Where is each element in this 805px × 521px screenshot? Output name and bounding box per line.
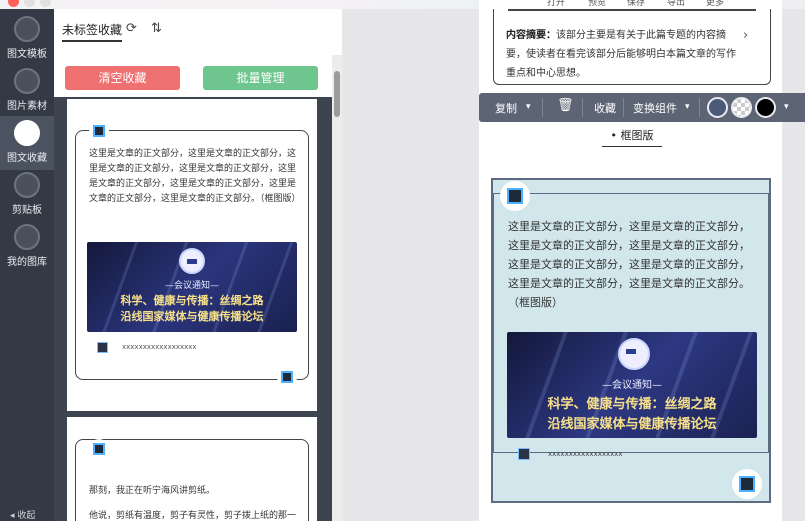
block-body-text[interactable]: 这里是文章的正文部分，这里是文章的正文部分，这里是文章的正文部分，这里是文章的正… xyxy=(508,217,758,312)
sort-icon[interactable]: ⇅ xyxy=(151,21,162,36)
mini-logo-icon xyxy=(97,342,108,353)
toolbar-divider xyxy=(542,98,543,117)
color-swatch-black[interactable] xyxy=(755,97,776,118)
placeholder-line: xxxxxxxxxxxxxxxxxx xyxy=(122,343,197,351)
scrollbar-track[interactable] xyxy=(332,55,342,521)
component-toolbar: 复制 ▾ 🗑 收藏 变换组件 ▾ ▾ xyxy=(479,93,805,122)
toolbar-divider xyxy=(582,98,583,117)
card-body-text: 这里是文章的正文部分，这里是文章的正文部分，这里是文章的正文部分，这里是文章的正… xyxy=(89,149,301,204)
rail-item-label: 剪贴板 xyxy=(12,205,42,216)
left-rail: 图文模板 图片素材 图文收藏 剪贴板 我的图库 xyxy=(0,9,54,521)
clipboard-icon xyxy=(14,172,40,198)
banner-subtitle: —会议通知— xyxy=(602,380,662,391)
rail-item-clipboard[interactable]: 剪贴板 xyxy=(0,168,54,222)
menu-open[interactable]: 打开 xyxy=(547,0,565,8)
block-frame-edge xyxy=(493,194,494,452)
menu-save[interactable]: 保存 xyxy=(627,0,645,8)
scrollbar-thumb[interactable] xyxy=(334,71,340,117)
block-frame-edge xyxy=(768,194,769,452)
batch-manage-button[interactable]: 批量管理 xyxy=(203,66,318,90)
logo-badge-icon xyxy=(732,469,762,499)
collapse-rail-button[interactable]: ◂ 收起 xyxy=(10,508,35,521)
banner-subtitle: —会议通知— xyxy=(164,281,219,291)
block-top-strip xyxy=(493,180,769,194)
logo-badge-icon xyxy=(89,439,109,459)
emblem-icon xyxy=(179,248,205,274)
banner-title-line1: 科学、健康与传播：丝绸之路 xyxy=(120,294,264,307)
bullet-icon: • xyxy=(610,129,621,142)
tab-untagged-favorites[interactable]: 未标签收藏 xyxy=(62,21,123,42)
rail-item-label: 图文模板 xyxy=(7,49,47,60)
card-line: 他说，剪纸有温度，剪子有灵性，剪子拨上纸的那一 xyxy=(89,511,297,521)
selected-framed-block[interactable]: 这里是文章的正文部分，这里是文章的正文部分，这里是文章的正文部分，这里是文章的正… xyxy=(491,178,771,503)
rail-item-gallery[interactable]: 我的图库 xyxy=(0,220,54,274)
menu-preview[interactable]: 预览 xyxy=(588,0,606,8)
caption-label: • 框图版 xyxy=(602,127,662,147)
refresh-icon[interactable]: ⟳ xyxy=(126,21,137,36)
transform-component-button[interactable]: 变换组件 xyxy=(633,100,677,116)
rail-item-template[interactable]: 图文模板 xyxy=(0,12,54,66)
gallery-icon xyxy=(14,224,40,250)
toolbar-divider xyxy=(623,98,624,117)
chevron-right-icon[interactable]: › xyxy=(743,28,748,43)
copy-button[interactable]: 复制 xyxy=(495,100,517,116)
mini-logo-icon xyxy=(518,448,530,460)
color-swatch-transparent[interactable] xyxy=(731,97,752,118)
minimize-window-icon[interactable] xyxy=(24,0,35,7)
favorite-button[interactable]: 收藏 xyxy=(594,100,616,116)
menu-more[interactable]: 更多 xyxy=(706,0,724,8)
favorite-card[interactable]: 那刻，我正在听宁海风讲剪纸。 他说，剪纸有温度，剪子有灵性，剪子拨上纸的那一 xyxy=(67,417,317,521)
chevron-down-icon[interactable]: ▾ xyxy=(685,102,690,112)
template-icon xyxy=(14,16,40,42)
menu-export[interactable]: 导出 xyxy=(667,0,685,8)
logo-badge-icon xyxy=(500,181,530,211)
trash-icon[interactable]: 🗑 xyxy=(557,98,574,113)
rail-item-label: 我的图库 xyxy=(7,257,47,268)
zoom-window-icon[interactable] xyxy=(40,0,51,7)
chevron-down-icon[interactable]: ▾ xyxy=(526,102,531,112)
favorite-article-icon xyxy=(14,120,40,146)
collapse-label: 收起 xyxy=(17,511,36,521)
banner-title-line2: 沿线国家媒体与健康传播论坛 xyxy=(120,310,264,323)
clear-favorites-button[interactable]: 清空收藏 xyxy=(65,66,180,90)
emblem-icon xyxy=(618,338,650,370)
summary-label: 内容摘要： xyxy=(506,30,556,41)
placeholder-line: xxxxxxxxxxxxxxxxxx xyxy=(548,450,623,458)
logo-badge-icon xyxy=(89,121,109,141)
panel-actions: 清空收藏 批量管理 xyxy=(54,55,334,97)
chevron-down-icon[interactable]: ▾ xyxy=(784,102,789,112)
banner-title-line1: 科学、健康与传播：丝绸之路 xyxy=(547,397,717,412)
rail-item-favorites[interactable]: 图文收藏 xyxy=(0,116,54,170)
banner-title-line2: 沿线国家媒体与健康传播论坛 xyxy=(547,417,717,432)
summary-divider xyxy=(508,9,756,11)
image-icon xyxy=(14,68,40,94)
logo-badge-icon xyxy=(277,367,297,387)
favorite-card[interactable]: 这里是文章的正文部分，这里是文章的正文部分，这里是文章的正文部分，这里是文章的正… xyxy=(67,99,317,411)
rail-item-label: 图片素材 xyxy=(7,101,47,112)
color-swatch-slate[interactable] xyxy=(707,97,728,118)
caption-text: 框图版 xyxy=(620,129,654,142)
conference-banner-image: —会议通知— 科学、健康与传播：丝绸之路 沿线国家媒体与健康传播论坛 xyxy=(87,242,297,332)
rail-item-label: 图文收藏 xyxy=(7,153,47,164)
panel-header: 未标签收藏 ⟳ ⇅ xyxy=(54,9,342,55)
rail-item-images[interactable]: 图片素材 xyxy=(0,64,54,118)
summary-text: 内容摘要：该部分主要是有关于此篇专题的内容摘要，使读者在看完该部分后能够明白本篇… xyxy=(506,26,740,83)
favorites-panel: 未标签收藏 ⟳ ⇅ 清空收藏 批量管理 这里是文章的正文部分，这里是文章的正文部… xyxy=(54,9,342,521)
toolbar-divider xyxy=(699,98,700,117)
close-window-icon[interactable] xyxy=(8,0,19,7)
conference-banner-image[interactable]: —会议通知— 科学、健康与传播：丝绸之路 沿线国家媒体与健康传播论坛 xyxy=(507,332,757,438)
card-line: 那刻，我正在听宁海风讲剪纸。 xyxy=(89,486,216,496)
block-bottom-strip xyxy=(493,452,769,466)
